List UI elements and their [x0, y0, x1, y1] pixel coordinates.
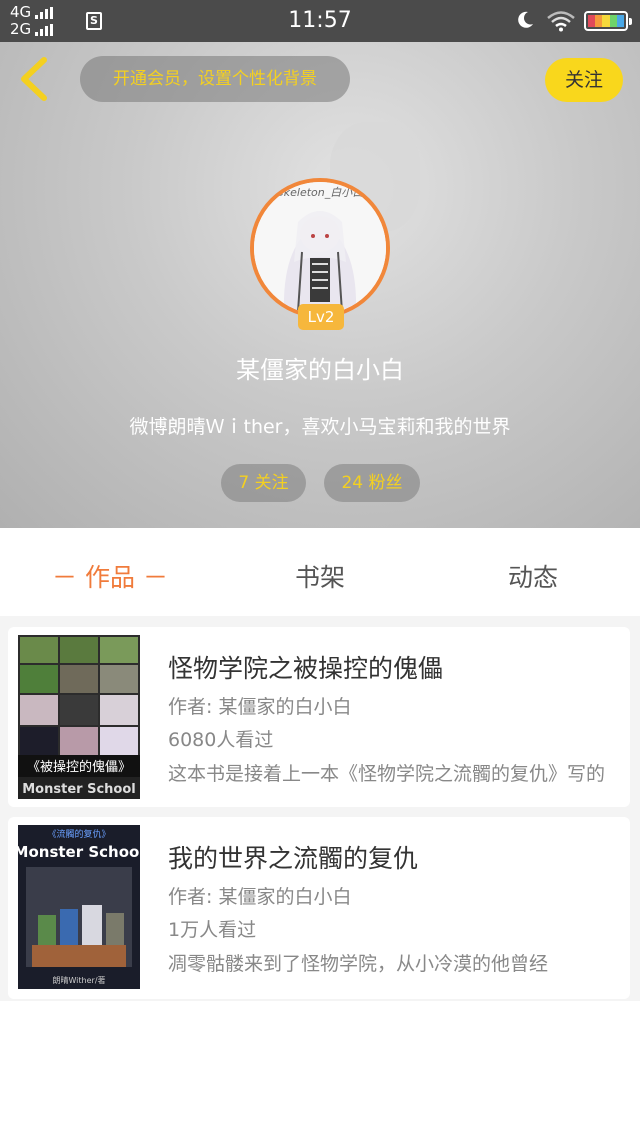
profile-header: 开通会员，设置个性化背景 关注 Skeleton_白小白 Lv2 某僵家的白小白… [0, 42, 640, 528]
following-count[interactable]: 7 关注 [221, 464, 306, 502]
back-button[interactable] [16, 56, 52, 102]
book-description: 这本书是接着上一本《怪物学院之流髑的复仇》写的 [168, 763, 606, 785]
user-bio: 微博朗晴Ｗｉther，喜欢小马宝莉和我的世界 [129, 416, 511, 438]
cover-title: 《被操控的傀儡》 [27, 759, 131, 775]
book-list: 《被操控的傀儡》 Monster School 怪物学院之被操控的傀儡 作者: … [0, 616, 640, 1001]
status-bar: 4G 2G S 11:57 [0, 0, 640, 42]
clock: 11:57 [288, 8, 352, 33]
book-cover: 《被操控的傀儡》 Monster School [18, 635, 140, 799]
book-views: 1万人看过 [168, 919, 257, 941]
book-card[interactable]: 《被操控的傀儡》 Monster School 怪物学院之被操控的傀儡 作者: … [8, 627, 630, 807]
book-author: 作者: 某僵家的白小白 [168, 696, 352, 718]
cover-subtitle: Monster School [22, 782, 135, 797]
moon-icon [518, 11, 533, 28]
tab-bookshelf[interactable]: 书架 [250, 558, 390, 594]
profile-tabs: － 作品 － 书架 动态 [0, 528, 640, 616]
avatar-image: Skeleton_白小白 [254, 182, 386, 314]
wifi-icon [547, 11, 575, 32]
fans-count[interactable]: 24 粉丝 [324, 464, 420, 502]
avatar-caption: Skeleton_白小白 [277, 186, 364, 199]
book-author: 作者: 某僵家的白小白 [168, 886, 352, 908]
tab-feed[interactable]: 动态 [463, 558, 603, 594]
cover-title: Monster School [18, 843, 140, 861]
avatar[interactable]: Skeleton_白小白 [250, 178, 390, 318]
battery-icon [584, 11, 632, 31]
book-title: 怪物学院之被操控的傀儡 [168, 654, 444, 683]
cover-top-text: 《流髑的复仇》 [47, 828, 110, 840]
book-card[interactable]: 《流髑的复仇》 Monster School 朗晴Wither/著 我的世界之流… [8, 817, 630, 999]
book-views: 6080人看过 [168, 729, 274, 751]
cover-credit: 朗晴Wither/著 [52, 975, 105, 985]
book-cover: 《流髑的复仇》 Monster School 朗晴Wither/著 [18, 825, 140, 989]
tab-works[interactable]: － 作品 － [40, 558, 180, 594]
level-badge: Lv2 [298, 304, 344, 330]
vip-background-banner[interactable]: 开通会员，设置个性化背景 [80, 56, 350, 102]
username: 某僵家的白小白 [236, 356, 404, 384]
follow-button[interactable]: 关注 [545, 58, 623, 102]
book-title: 我的世界之流髑的复仇 [168, 844, 419, 873]
book-description: 凋零骷髅来到了怪物学院，从小冷漠的他曾经 [168, 953, 549, 975]
